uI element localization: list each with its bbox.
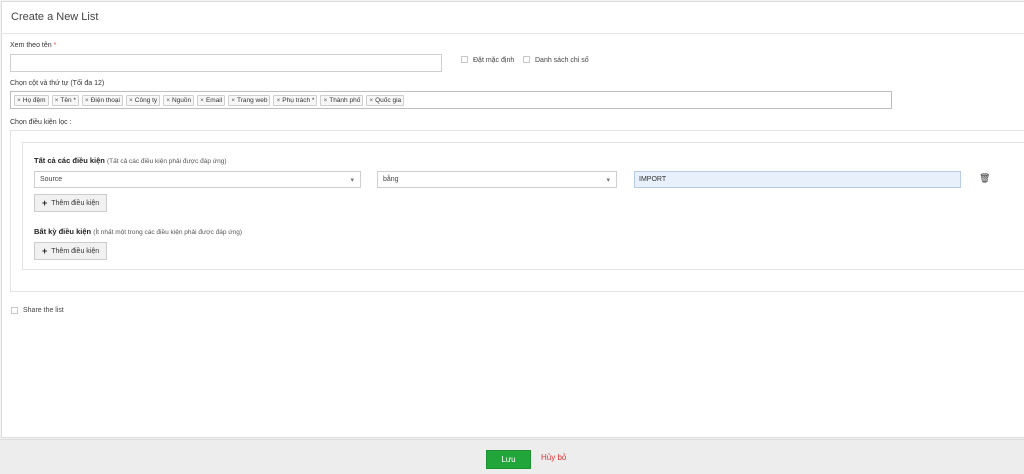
column-tag-label: Trang web: [237, 96, 268, 104]
name-field-label: Xem theo tên *: [10, 42, 56, 49]
title-divider: [2, 33, 1024, 34]
column-tag-label: Nguồn: [171, 96, 192, 104]
column-tag[interactable]: × Nguồn: [163, 94, 195, 106]
remove-tag-icon[interactable]: ×: [276, 97, 280, 104]
name-field-label-text: Xem theo tên: [10, 42, 52, 49]
create-list-panel: Create a New List Xem theo tên * Đặt mặc…: [1, 1, 1024, 438]
remove-tag-icon[interactable]: ×: [231, 97, 235, 104]
page-title: Create a New List: [11, 11, 99, 23]
all-conditions-note: (Tất cả các điều kiện phải được đáp ứng): [106, 158, 227, 165]
remove-tag-icon[interactable]: ×: [166, 97, 170, 104]
column-tag[interactable]: × Thành phố: [320, 94, 364, 106]
plus-icon: +: [42, 246, 48, 256]
column-tag[interactable]: × Điện thoại: [81, 94, 123, 106]
column-tag-label: Phụ trách *: [282, 96, 315, 104]
column-tag-label: Quốc gia: [375, 96, 402, 104]
footer-bar: Lưu Hủy bỏ: [0, 439, 1024, 474]
column-tag-label: Điện thoại: [90, 96, 120, 104]
remove-tag-icon[interactable]: ×: [17, 97, 21, 104]
columns-label: Chọn cột và thứ tự (Tối đa 12): [10, 80, 105, 87]
share-checkbox-label: Share the list: [23, 307, 64, 314]
readonly-checkbox[interactable]: [523, 56, 530, 63]
cancel-link[interactable]: Hủy bỏ: [541, 453, 566, 462]
condition-value-input[interactable]: IMPORT: [634, 171, 961, 188]
column-tag-label: Họ đệm: [22, 96, 46, 104]
filter-container: Tất cả các điều kiện (Tất cả các điều ki…: [10, 130, 1024, 292]
column-tag[interactable]: × Email: [197, 94, 226, 106]
all-conditions-heading: Tất cả các điều kiện (Tất cả các điều ki…: [34, 156, 227, 165]
any-conditions-heading: Bất kỳ điều kiện (Ít nhất một trong các …: [34, 227, 242, 236]
chevron-down-icon: ▾: [606, 177, 610, 184]
condition-field-value: Source: [40, 176, 63, 183]
add-any-condition-label: Thêm điều kiện: [51, 247, 100, 255]
column-tag[interactable]: × Trang web: [228, 94, 271, 106]
remove-tag-icon[interactable]: ×: [323, 97, 327, 104]
remove-tag-icon[interactable]: ×: [129, 97, 133, 104]
condition-operator-value: bằng: [383, 176, 399, 183]
save-button[interactable]: Lưu: [486, 450, 531, 469]
add-all-condition-button[interactable]: + Thêm điều kiện: [34, 194, 108, 212]
column-tag[interactable]: × Họ đệm: [14, 94, 49, 106]
column-tag[interactable]: × Công ty: [125, 94, 161, 106]
column-tag[interactable]: × Tên *: [51, 94, 79, 106]
required-mark: *: [53, 42, 57, 49]
default-checkbox[interactable]: [461, 56, 468, 63]
any-conditions-note: (Ít nhất một trong các điều kiện phải đư…: [93, 229, 243, 236]
remove-tag-icon[interactable]: ×: [200, 97, 204, 104]
add-any-condition-button[interactable]: + Thêm điều kiện: [34, 242, 108, 260]
column-tag[interactable]: × Phụ trách *: [273, 94, 318, 106]
condition-field-select[interactable]: Source ▾: [34, 171, 361, 188]
any-conditions-title: Bất kỳ điều kiện: [34, 227, 92, 236]
remove-tag-icon[interactable]: ×: [55, 97, 59, 104]
condition-operator-select[interactable]: bằng ▾: [377, 171, 617, 188]
column-tag-label: Email: [205, 96, 223, 104]
filter-conditions-box: Tất cả các điều kiện (Tất cả các điều ki…: [22, 142, 1024, 270]
column-tag-label: Thành phố: [329, 96, 361, 104]
remove-tag-icon[interactable]: ×: [369, 97, 373, 104]
default-checkbox-label: Đặt mặc định: [473, 57, 515, 64]
remove-tag-icon[interactable]: ×: [85, 97, 89, 104]
column-tag-label: Tên *: [60, 96, 76, 104]
add-all-condition-label: Thêm điều kiện: [51, 199, 100, 207]
all-conditions-title: Tất cả các điều kiện: [34, 156, 105, 165]
plus-icon: +: [42, 198, 48, 208]
column-tag-label: Công ty: [134, 96, 158, 104]
name-input[interactable]: [10, 54, 442, 72]
delete-condition-icon[interactable]: 🗑: [979, 173, 990, 184]
columns-tag-input[interactable]: × Họ đệm × Tên * × Điện thoại × Công ty × Ngu…: [10, 91, 892, 109]
share-checkbox[interactable]: [11, 307, 18, 314]
readonly-checkbox-label: Danh sách chỉ số: [535, 57, 589, 64]
column-tag[interactable]: × Quốc gia: [366, 94, 405, 106]
filter-label: Chọn điều kiện lọc :: [10, 119, 72, 126]
chevron-down-icon: ▾: [350, 177, 354, 184]
